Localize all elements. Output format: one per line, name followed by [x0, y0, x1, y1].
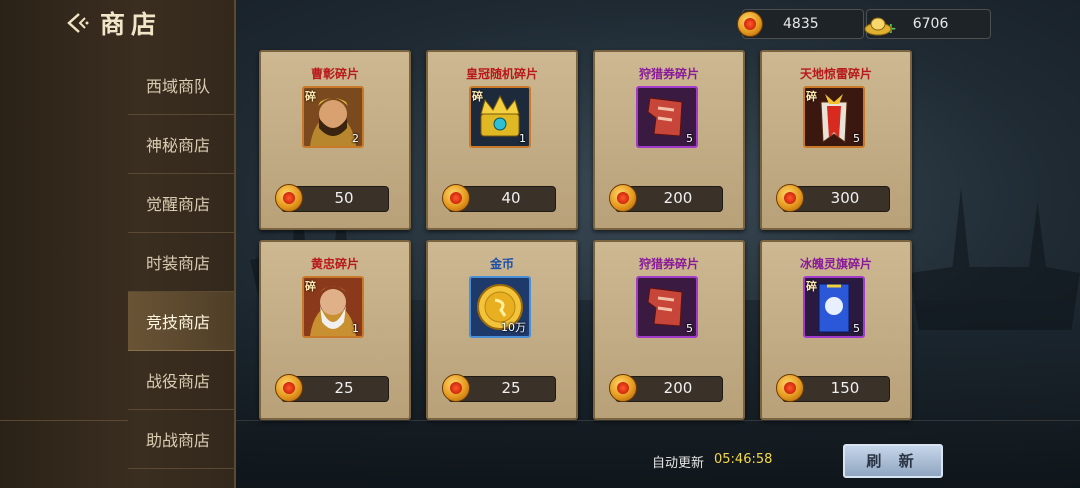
shop-item-card[interactable]: 曹彰碎片碎 2 50 — [259, 50, 411, 230]
item-price: 200 — [663, 189, 693, 207]
page-title: 商店 — [100, 10, 163, 39]
item-quantity: 5 — [686, 132, 693, 145]
sidebar-item-label: 战役商店 — [146, 372, 211, 391]
coin-icon — [442, 184, 470, 212]
refresh-button[interactable]: 刷 新 — [843, 444, 943, 478]
sidebar-item-label: 觉醒商店 — [146, 195, 211, 214]
item-quantity: 5 — [686, 322, 693, 335]
sidebar-item-label: 西域商队 — [146, 77, 211, 96]
item-name: 曹彰碎片 — [310, 67, 359, 81]
coin-icon — [609, 374, 637, 402]
sidebar-item-label: 时装商店 — [146, 254, 211, 273]
item-name: 狩猎券碎片 — [638, 67, 699, 81]
coin-icon — [776, 184, 804, 212]
hunting-ticket-icon[interactable]: 5 — [636, 276, 698, 338]
sidebar-item-mystery-shop[interactable]: 神秘商店 — [128, 115, 234, 174]
hero-huangzhong-portrait[interactable]: 碎1 — [302, 276, 364, 338]
sidebar-item-arena-shop[interactable]: 竞技商店 — [128, 292, 234, 351]
item-price: 25 — [501, 379, 521, 397]
shop-nav: 西域商队 神秘商店 觉醒商店 时装商店 竞技商店 战役商店 助战商店 — [0, 56, 234, 469]
thunder-banner-icon[interactable]: 碎5 — [803, 86, 865, 148]
gold-ingot-icon — [863, 14, 892, 36]
crown-chest-icon[interactable]: 碎1 — [469, 86, 531, 148]
item-price: 150 — [830, 379, 860, 397]
hero-caozhang-portrait[interactable]: 碎2 — [302, 86, 364, 148]
item-quantity: 5 — [853, 322, 860, 335]
item-name: 狩猎券碎片 — [638, 257, 699, 271]
coin-icon — [776, 374, 804, 402]
item-name: 黄忠碎片 — [310, 257, 359, 271]
item-price: 200 — [663, 379, 693, 397]
item-quantity: 5 — [853, 132, 860, 145]
sidebar-item-label: 助战商店 — [146, 431, 211, 450]
item-quantity: 2 — [352, 132, 359, 145]
item-price: 25 — [334, 379, 354, 397]
fragment-tag: 碎 — [305, 280, 316, 293]
sidebar-item-costume-shop[interactable]: 时装商店 — [128, 233, 234, 292]
hunting-ticket-icon[interactable]: 5 — [636, 86, 698, 148]
shop-item-card[interactable]: 皇冠随机碎片碎 1 40 — [426, 50, 578, 230]
coin-icon — [609, 184, 637, 212]
shop-item-card[interactable]: 狩猎券碎片 5 200 — [593, 50, 745, 230]
auto-refresh-countdown: 05:46:58 — [714, 452, 773, 467]
item-price: 300 — [830, 189, 860, 207]
item-quantity: 1 — [519, 132, 526, 145]
item-name: 皇冠随机碎片 — [465, 67, 538, 81]
ingot-value: 6706 — [912, 16, 949, 32]
item-price: 50 — [334, 189, 354, 207]
coin-icon — [737, 11, 763, 37]
sidebar-item-campaign-shop[interactable]: 战役商店 — [128, 351, 234, 410]
fragment-tag: 碎 — [806, 280, 817, 293]
shop-item-card[interactable]: 黄忠碎片碎 1 25 — [259, 240, 411, 420]
ice-flag-icon[interactable]: 碎5 — [803, 276, 865, 338]
sidebar-item-western-caravan[interactable]: 西域商队 — [128, 56, 234, 115]
item-name: 冰魄灵旗碎片 — [799, 257, 872, 271]
coin-value: 4835 — [783, 16, 819, 32]
coin-icon — [275, 374, 303, 402]
fragment-tag: 碎 — [472, 90, 483, 103]
item-price: 40 — [501, 189, 521, 207]
coin-balance: 4835 — [737, 9, 864, 39]
fragment-tag: 碎 — [305, 90, 316, 103]
sidebar: 商店 西域商队 神秘商店 觉醒商店 时装商店 竞技商店 战役商店 助战商店 — [0, 0, 236, 488]
item-name: 天地惊雷碎片 — [799, 67, 872, 81]
sidebar-item-support-shop[interactable]: 助战商店 — [128, 410, 234, 469]
shop-item-card[interactable]: 金币 10万 25 — [426, 240, 578, 420]
ingot-balance: + 6706 — [863, 9, 991, 39]
shop-item-card[interactable]: 冰魄灵旗碎片碎 5 150 — [760, 240, 912, 420]
divider — [234, 420, 1080, 421]
sidebar-item-awaken-shop[interactable]: 觉醒商店 — [128, 174, 234, 233]
shop-item-card[interactable]: 天地惊雷碎片碎 5 300 — [760, 50, 912, 230]
coin-icon — [442, 374, 470, 402]
fragment-tag: 碎 — [806, 90, 817, 103]
back-arrow-icon[interactable] — [60, 6, 94, 40]
shop-item-card[interactable]: 狩猎券碎片 5 200 — [593, 240, 745, 420]
coin-icon — [275, 184, 303, 212]
divider — [0, 420, 128, 421]
background-ship-right — [910, 187, 1080, 330]
sidebar-item-label: 竞技商店 — [146, 313, 211, 332]
gold-coin-icon[interactable]: 10万 — [469, 276, 531, 338]
item-name: 金币 — [489, 257, 514, 271]
header: 商店 — [60, 6, 162, 40]
sidebar-item-label: 神秘商店 — [146, 136, 211, 155]
item-quantity: 1 — [352, 322, 359, 335]
auto-refresh-label: 自动更新 — [652, 456, 705, 471]
item-quantity: 10万 — [501, 321, 526, 334]
